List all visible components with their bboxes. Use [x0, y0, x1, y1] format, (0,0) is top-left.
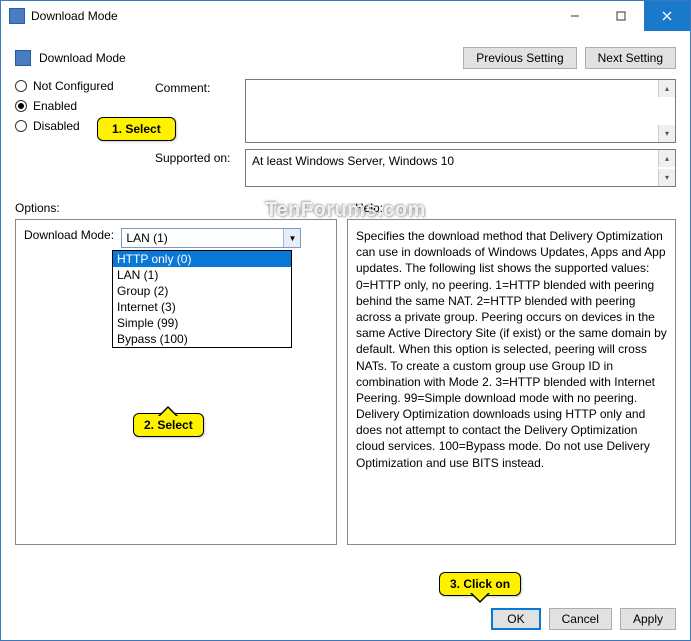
help-panel: Specifies the download method that Deliv…: [347, 219, 676, 545]
scroll-up-icon[interactable]: ▴: [658, 150, 675, 167]
next-setting-button[interactable]: Next Setting: [585, 47, 676, 69]
dropdown-option[interactable]: Simple (99): [113, 315, 291, 331]
dropdown-option[interactable]: Group (2): [113, 283, 291, 299]
close-button[interactable]: [644, 1, 690, 31]
download-mode-combo[interactable]: LAN (1) ▼: [121, 228, 301, 248]
chevron-down-icon[interactable]: ▼: [283, 229, 300, 247]
options-panel: Download Mode: LAN (1) ▼ HTTP only (0) L…: [15, 219, 337, 545]
radio-label: Not Configured: [33, 79, 114, 93]
supported-on-label: Supported on:: [155, 149, 245, 165]
callout-2: 2. Select: [133, 413, 204, 437]
dropdown-option[interactable]: HTTP only (0): [113, 251, 291, 267]
apply-button[interactable]: Apply: [620, 608, 676, 630]
callout-1: 1. Select: [97, 117, 176, 141]
dropdown-option[interactable]: Internet (3): [113, 299, 291, 315]
radio-dot-icon: [15, 120, 27, 132]
scroll-up-icon[interactable]: ▴: [658, 80, 675, 97]
radio-not-configured[interactable]: Not Configured: [15, 79, 155, 93]
supported-on-text: At least Windows Server, Windows 10: [252, 154, 454, 168]
previous-setting-button[interactable]: Previous Setting: [463, 47, 576, 69]
comment-textarea[interactable]: ▴ ▾: [245, 79, 676, 143]
help-label: Help:: [355, 201, 383, 215]
cancel-button[interactable]: Cancel: [549, 608, 612, 630]
radio-label: Disabled: [33, 119, 80, 133]
combo-selected-value: LAN (1): [122, 231, 283, 245]
dropdown-option[interactable]: Bypass (100): [113, 331, 291, 347]
ok-button[interactable]: OK: [491, 608, 540, 630]
radio-dot-icon: [15, 80, 27, 92]
maximize-button[interactable]: [598, 1, 644, 31]
titlebar: Download Mode: [1, 1, 690, 31]
radio-enabled[interactable]: Enabled: [15, 99, 155, 113]
download-mode-label: Download Mode:: [24, 228, 114, 242]
help-text: Specifies the download method that Deliv…: [356, 228, 667, 471]
window-title: Download Mode: [31, 9, 118, 23]
download-mode-dropdown[interactable]: HTTP only (0) LAN (1) Group (2) Internet…: [112, 250, 292, 348]
dropdown-option[interactable]: LAN (1): [113, 267, 291, 283]
radio-dot-icon: [15, 100, 27, 112]
comment-label: Comment:: [155, 79, 245, 95]
dialog-footer: OK Cancel Apply: [491, 608, 676, 630]
scroll-down-icon[interactable]: ▾: [658, 125, 675, 142]
callout-3: 3. Click on: [439, 572, 521, 596]
supported-on-box: At least Windows Server, Windows 10 ▴ ▾: [245, 149, 676, 187]
app-icon: [9, 8, 25, 24]
header-row: Download Mode Previous Setting Next Sett…: [15, 41, 676, 79]
page-title: Download Mode: [39, 51, 463, 65]
minimize-button[interactable]: [552, 1, 598, 31]
scroll-down-icon[interactable]: ▾: [658, 169, 675, 186]
policy-icon: [15, 50, 31, 66]
options-label: Options:: [15, 201, 355, 215]
radio-label: Enabled: [33, 99, 77, 113]
